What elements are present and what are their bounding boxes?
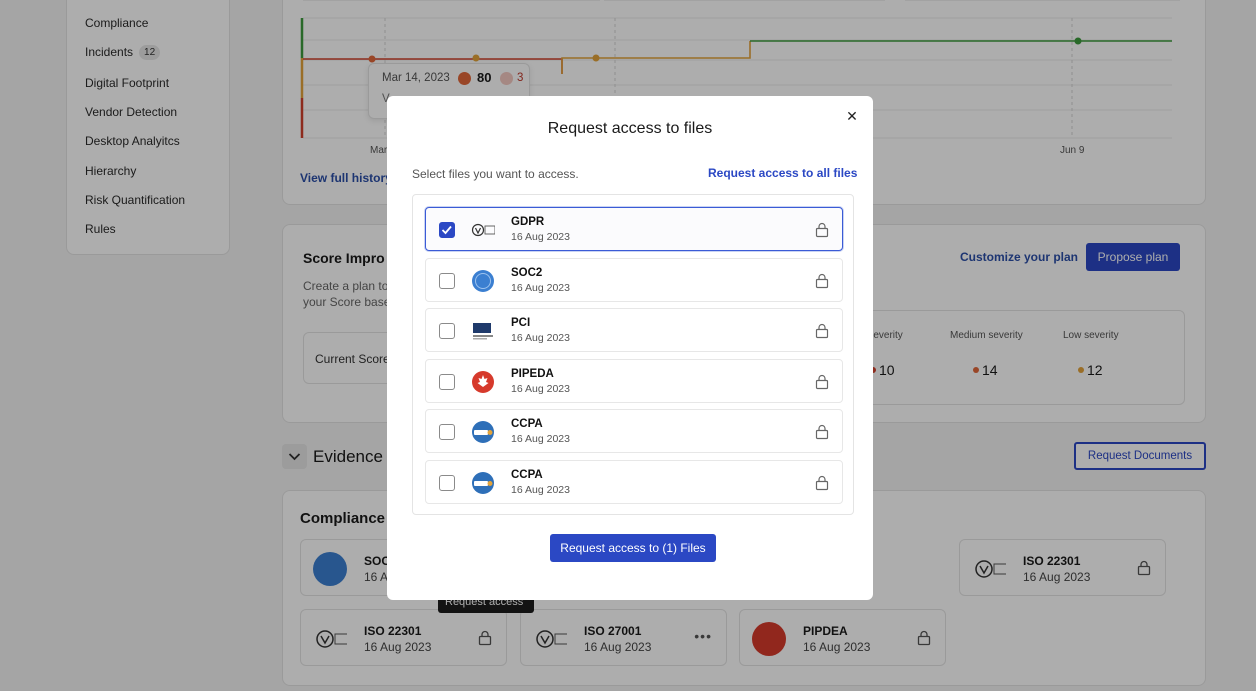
- lock-icon: [815, 323, 829, 339]
- modal-subtitle: Select files you want to access.: [412, 167, 579, 181]
- file-name: PIPEDA: [511, 368, 554, 380]
- file-row-ccpa[interactable]: CCPA 16 Aug 2023: [425, 409, 843, 453]
- file-date: 16 Aug 2023: [511, 433, 570, 445]
- lock-icon: [815, 475, 829, 491]
- file-row-soc2[interactable]: SOC2 16 Aug 2023: [425, 258, 843, 302]
- file-name: PCI: [511, 317, 531, 329]
- file-name: GDPR: [511, 216, 545, 228]
- file-checkbox[interactable]: [439, 424, 455, 440]
- bsi-icon: [471, 223, 495, 237]
- lock-icon: [815, 424, 829, 440]
- file-row-gdpr[interactable]: GDPR 16 Aug 2023: [425, 207, 843, 251]
- file-checkbox[interactable]: [439, 475, 455, 491]
- aicpa-soc-icon: [472, 270, 494, 292]
- file-list: GDPR 16 Aug 2023 SOC2 16 Aug 2023 PCI 16…: [412, 194, 854, 515]
- file-date: 16 Aug 2023: [511, 282, 570, 294]
- file-name: SOC2: [511, 267, 543, 279]
- file-date: 16 Aug 2023: [511, 383, 570, 395]
- request-access-modal: Request access to files ✕ Select files y…: [387, 96, 873, 600]
- file-name: CCPA: [511, 469, 543, 481]
- file-name: CCPA: [511, 418, 543, 430]
- request-access-submit-button[interactable]: Request access to (1) Files: [550, 534, 716, 562]
- lock-icon: [815, 374, 829, 390]
- file-row-pci[interactable]: PCI 16 Aug 2023: [425, 308, 843, 352]
- ccpa-icon: [472, 472, 494, 494]
- pci-icon: [473, 323, 493, 340]
- file-date: 16 Aug 2023: [511, 332, 570, 344]
- request-all-files-link[interactable]: Request access to all files: [708, 166, 857, 180]
- file-row-pipeda[interactable]: PIPEDA 16 Aug 2023: [425, 359, 843, 403]
- modal-title: Request access to files: [547, 120, 713, 137]
- lock-icon: [815, 222, 829, 238]
- file-date: 16 Aug 2023: [511, 484, 570, 496]
- ccpa-icon: [472, 421, 494, 443]
- close-icon[interactable]: ✕: [843, 107, 861, 125]
- file-date: 16 Aug 2023: [511, 231, 570, 243]
- file-checkbox[interactable]: [439, 374, 455, 390]
- file-checkbox[interactable]: [439, 323, 455, 339]
- maple-leaf-icon: [472, 371, 494, 393]
- checkmark-icon: [441, 225, 452, 235]
- file-checkbox[interactable]: [439, 273, 455, 289]
- file-checkbox[interactable]: [439, 222, 455, 238]
- lock-icon: [815, 273, 829, 289]
- file-row-ccpa[interactable]: CCPA 16 Aug 2023: [425, 460, 843, 504]
